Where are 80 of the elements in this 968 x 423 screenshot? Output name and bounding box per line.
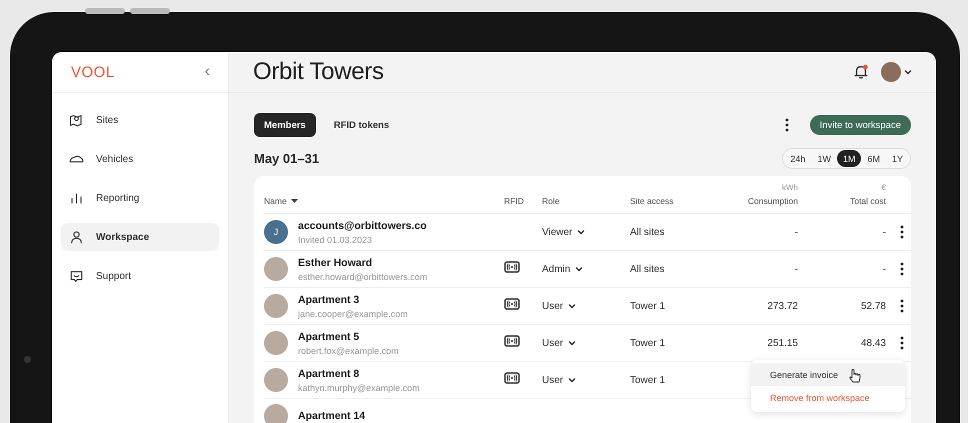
role-dropdown[interactable]: User xyxy=(542,300,576,312)
chat-icon xyxy=(69,268,84,284)
tab[interactable]: RFID tokens xyxy=(324,113,400,137)
avatar xyxy=(264,294,288,318)
more-options-icon[interactable] xyxy=(898,336,904,350)
column-header[interactable]: Name xyxy=(264,196,287,206)
member-email: Invited 01.03.2023 xyxy=(298,234,374,244)
chevron-down-icon xyxy=(904,69,912,75)
consumption-value: - xyxy=(794,226,798,238)
more-options-icon[interactable] xyxy=(898,262,904,276)
member-email: kathyn.murphy@example.com xyxy=(298,382,420,392)
consumption-value: - xyxy=(794,264,798,274)
chevron-down-icon xyxy=(568,340,576,346)
profile-avatar[interactable] xyxy=(881,62,901,82)
avatar xyxy=(264,257,288,281)
column-header: Role xyxy=(542,196,560,206)
column-header: Site access xyxy=(630,196,674,206)
sidebar-item[interactable]: Sites xyxy=(61,106,219,134)
member-name: Apartment 3 xyxy=(298,294,360,306)
total-cost-value: - xyxy=(882,226,886,238)
column-header: Total cost xyxy=(850,196,886,206)
range-option[interactable]: 24h xyxy=(784,150,812,167)
avatar xyxy=(264,368,288,392)
collapse-sidebar-button[interactable]: ‹ xyxy=(202,63,212,81)
site-access-text: All sites xyxy=(630,226,666,238)
sidebar-item[interactable]: Workspace xyxy=(61,223,219,251)
role-dropdown[interactable]: Viewer xyxy=(542,226,586,238)
consumption-value: 273.72 xyxy=(766,300,798,312)
range-option[interactable]: 1M xyxy=(836,150,862,167)
sidebar-item[interactable]: Vehicles xyxy=(61,145,219,173)
role-dropdown[interactable]: Admin xyxy=(542,264,584,274)
member-name: Apartment 5 xyxy=(298,330,360,342)
consumption-value: 251.15 xyxy=(766,338,798,348)
total-cost-value: - xyxy=(882,264,886,274)
range-option[interactable]: 1W xyxy=(811,150,837,167)
site-access-text: Tower 1 xyxy=(630,374,666,386)
site-access-text: Tower 1 xyxy=(630,300,666,312)
total-cost-value: 48.43 xyxy=(860,338,886,348)
chevron-down-icon xyxy=(577,229,586,235)
tab[interactable]: Members xyxy=(254,113,316,137)
total-cost-value: 52.78 xyxy=(860,300,886,312)
avatar: J xyxy=(264,220,288,244)
person-icon xyxy=(69,230,84,244)
member-email: robert.fox@example.com xyxy=(298,346,399,356)
notification-bell-icon[interactable] xyxy=(853,64,869,80)
role-dropdown[interactable]: User xyxy=(542,338,576,348)
map-pin-icon xyxy=(69,112,84,128)
member-name: accounts@orbittowers.co xyxy=(298,220,427,232)
avatar xyxy=(264,331,288,355)
member-name: Apartment 8 xyxy=(298,368,360,380)
site-access-text: Tower 1 xyxy=(630,338,666,348)
unit-label: kWh xyxy=(782,183,798,192)
chevron-down-icon xyxy=(568,377,576,383)
sidebar-item[interactable]: Reporting xyxy=(61,184,219,212)
date-range-label: May 01–31 xyxy=(254,151,320,166)
unit-label: € xyxy=(882,183,886,192)
more-options-icon[interactable] xyxy=(898,225,904,239)
member-name: Esther Howard xyxy=(298,256,374,268)
chevron-down-icon xyxy=(575,266,584,272)
chevron-down-icon xyxy=(568,303,576,309)
member-email: esther.howard@orbittowers.com xyxy=(298,272,428,282)
site-access-text: All sites xyxy=(630,264,666,274)
more-options-icon[interactable] xyxy=(898,299,904,313)
range-option[interactable]: 6M xyxy=(861,150,886,167)
column-header: RFID xyxy=(504,196,525,206)
menu-item[interactable]: Generate invoice xyxy=(751,363,905,386)
page-title: Orbit Towers xyxy=(253,58,385,86)
role-dropdown[interactable]: User xyxy=(542,374,576,386)
bar-chart-icon xyxy=(69,190,84,206)
sort-down-icon xyxy=(290,199,298,203)
avatar xyxy=(264,404,288,423)
column-header: Consumption xyxy=(748,196,798,206)
hand-cursor-icon xyxy=(849,369,861,383)
more-options-icon[interactable] xyxy=(784,118,790,132)
range-option[interactable]: 1Y xyxy=(886,150,909,167)
member-email: jane.cooper@example.com xyxy=(298,308,408,318)
sidebar-item[interactable]: Support xyxy=(61,262,219,290)
member-name: Apartment 14 xyxy=(298,410,366,422)
logo: VOOL xyxy=(71,64,115,80)
invite-button[interactable]: Invite to workspace xyxy=(810,115,911,135)
